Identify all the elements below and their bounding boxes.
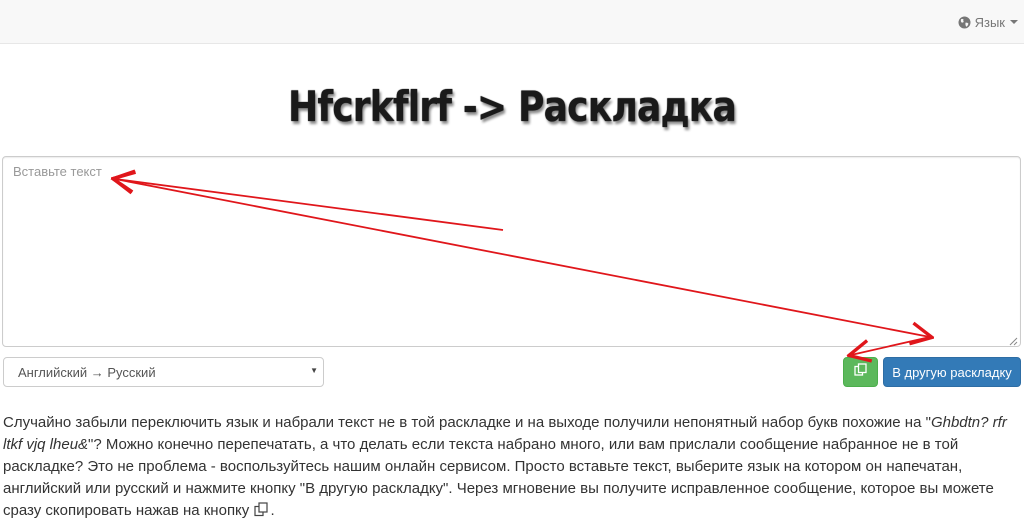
text-input[interactable]: [2, 156, 1021, 347]
description-part1: Случайно забыли переключить язык и набра…: [3, 414, 931, 431]
direction-select[interactable]: Английский → Русский ▼: [3, 357, 324, 387]
switch-layout-button[interactable]: В другую раскладку: [883, 357, 1021, 387]
resize-grip-icon[interactable]: [1008, 333, 1018, 351]
copy-icon: [854, 363, 867, 381]
globe-icon: [958, 16, 971, 29]
select-arrow-icon: ▼: [310, 366, 318, 375]
inline-copy-icon: [254, 502, 269, 524]
description-text: Случайно забыли переключить язык и набра…: [3, 412, 1018, 524]
direction-select-value: Английский → Русский: [18, 364, 156, 380]
language-menu[interactable]: Язык: [958, 13, 1018, 31]
copy-button[interactable]: [843, 357, 878, 387]
description-part3: .: [270, 502, 275, 519]
page-title: Hfcrkflrf -> Раскладка: [288, 82, 737, 131]
language-menu-label: Язык: [974, 14, 1005, 30]
top-navbar: Язык: [0, 0, 1024, 44]
caret-down-icon: [1010, 20, 1018, 24]
description-part2: "? Можно конечно перепечатать, а что дел…: [3, 436, 994, 519]
